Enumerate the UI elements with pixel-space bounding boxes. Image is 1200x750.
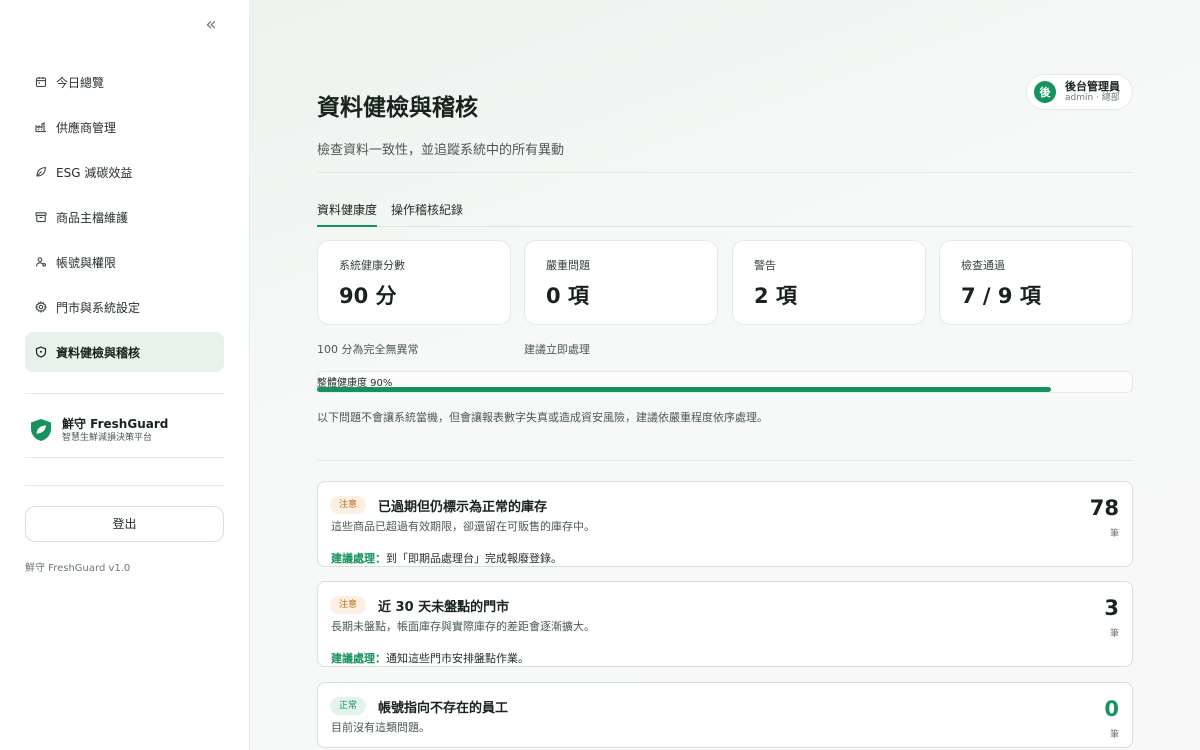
stat-value: 0 項	[546, 284, 589, 308]
brand-tagline: 智慧生鮮減損決策平台	[62, 433, 153, 443]
issue-description: 長期未盤點，帳面庫存與實際庫存的差距會逐漸擴大。	[331, 620, 595, 633]
user-menu[interactable]: 後 後台管理員 admin · 總部	[1026, 74, 1133, 110]
issue-count: 0	[1104, 697, 1119, 721]
sidebar: « 今日總覽 供應商管理 ESG 減碳效益 商品主檔維護 帳號與權限 門市與系統…	[0, 0, 250, 750]
collapse-sidebar-icon[interactable]: «	[200, 14, 222, 36]
sidebar-item-label: ESG 減碳效益	[56, 165, 133, 180]
issue-title: 近 30 天未盤點的門市	[378, 600, 510, 615]
issue-unit: 筆	[1109, 629, 1119, 639]
sidebar-item-label: 商品主檔維護	[56, 210, 129, 225]
user-name: 後台管理員	[1065, 80, 1120, 93]
issue-unit: 筆	[1109, 730, 1119, 740]
issue-description: 目前沒有這類問題。	[331, 721, 430, 734]
sidebar-item-label: 今日總覽	[56, 75, 105, 90]
brand-name: 鮮守 FreshGuard	[62, 417, 169, 431]
factory-icon	[35, 121, 47, 133]
logout-button[interactable]: 登出	[25, 506, 224, 542]
stat-label: 檢查通過	[961, 259, 1005, 272]
status-badge: 正常	[330, 697, 367, 715]
issue-card-orphan-accounts[interactable]: 正常 帳號指向不存在的員工 目前沒有這類問題。 0 筆	[317, 682, 1133, 748]
sidebar-item-settings[interactable]: 門市與系統設定	[25, 287, 224, 327]
suggestion-text: 到「即期品處理台」完成報廢登錄。	[386, 552, 562, 565]
leaf-icon	[35, 166, 47, 178]
issue-count: 3	[1104, 596, 1119, 620]
tab-bar: 資料健康度 操作稽核紀錄	[317, 194, 1133, 227]
brand-shield-logo	[31, 419, 51, 441]
stat-label: 嚴重問題	[546, 259, 590, 272]
brand: 鮮守 FreshGuard 智慧生鮮減損決策平台	[30, 416, 168, 444]
status-badge: 注意	[330, 596, 367, 614]
stat-card-passed: 檢查通過 7 / 9 項	[939, 240, 1133, 325]
issue-card-uncounted-stores[interactable]: 注意 近 30 天未盤點的門市 長期未盤點，帳面庫存與實際庫存的差距會逐漸擴大。…	[317, 581, 1133, 667]
stat-card-health-score: 系統健康分數 90 分	[317, 240, 511, 325]
tab-data-health[interactable]: 資料健康度	[317, 194, 378, 227]
sidebar-item-label: 供應商管理	[56, 120, 117, 135]
issue-suggestion: 建議處理：通知這些門市安排盤點作業。	[331, 650, 529, 666]
issue-title: 已過期但仍標示為正常的庫存	[378, 500, 548, 515]
issue-count: 78	[1089, 496, 1119, 520]
stat-value: 2 項	[754, 284, 797, 308]
sidebar-item-products[interactable]: 商品主檔維護	[25, 197, 224, 237]
issue-title: 帳號指向不存在的員工	[378, 701, 509, 716]
stat-value: 7 / 9 項	[961, 284, 1041, 308]
main-content: 後 後台管理員 admin · 總部 資料健檢與稽核 檢查資料一致性，並追蹤系統…	[250, 0, 1200, 750]
health-note: 以下問題不會讓系統當機，但會讓報表數字失真或造成資安風險，建議依嚴重程度依序處理…	[317, 411, 768, 424]
page-subtitle: 檢查資料一致性，並追蹤系統中的所有異動	[317, 143, 565, 158]
sidebar-item-accounts[interactable]: 帳號與權限	[25, 242, 224, 282]
tab-audit-log[interactable]: 操作稽核紀錄	[391, 194, 463, 227]
sidebar-item-label: 門市與系統設定	[56, 300, 141, 315]
suggestion-key: 建議處理：	[331, 652, 386, 665]
stat-label: 警告	[754, 259, 776, 272]
sidebar-divider	[25, 457, 224, 458]
calendar-icon	[35, 76, 47, 88]
suggestion-text: 通知這些門市安排盤點作業。	[386, 652, 529, 665]
issue-unit: 筆	[1109, 529, 1119, 539]
version-label: 鮮守 FreshGuard v1.0	[25, 563, 131, 574]
issue-card-expired-stock[interactable]: 注意 已過期但仍標示為正常的庫存 這些商品已超過有效期限，卻還留在可販售的庫存中…	[317, 481, 1133, 567]
health-progress-bar	[317, 387, 1051, 392]
sidebar-item-esg[interactable]: ESG 減碳效益	[25, 152, 224, 192]
status-badge: 注意	[330, 496, 367, 514]
issue-description: 這些商品已超過有效期限，卻還留在可販售的庫存中。	[331, 520, 595, 533]
gear-icon	[35, 301, 47, 313]
sidebar-item-overview[interactable]: 今日總覽	[25, 62, 224, 102]
archive-icon	[35, 211, 47, 223]
sidebar-nav: 今日總覽 供應商管理 ESG 減碳效益 商品主檔維護 帳號與權限 門市與系統設定…	[25, 62, 224, 377]
sidebar-divider	[25, 485, 224, 486]
user-role: admin · 總部	[1065, 93, 1120, 103]
stat-card-warnings: 警告 2 項	[732, 240, 926, 325]
page-title: 資料健檢與稽核	[317, 95, 478, 121]
shield-icon	[35, 346, 47, 358]
sidebar-item-suppliers[interactable]: 供應商管理	[25, 107, 224, 147]
severe-note: 建議立即處理	[524, 343, 590, 356]
users-icon	[35, 256, 47, 268]
score-note: 100 分為完全無異常	[317, 343, 419, 356]
avatar: 後	[1034, 81, 1056, 103]
suggestion-key: 建議處理：	[331, 552, 386, 565]
sidebar-divider	[25, 393, 224, 394]
sidebar-item-label: 資料健檢與稽核	[56, 345, 141, 360]
sidebar-item-label: 帳號與權限	[56, 255, 117, 270]
stat-label: 系統健康分數	[339, 259, 405, 272]
sidebar-item-data-health[interactable]: 資料健檢與稽核	[25, 332, 224, 372]
stat-card-severe: 嚴重問題 0 項	[524, 240, 718, 325]
issue-suggestion: 建議處理：到「即期品處理台」完成報廢登錄。	[331, 550, 562, 566]
header-divider	[317, 172, 1133, 173]
section-divider	[317, 460, 1133, 461]
stat-value: 90 分	[339, 284, 397, 308]
